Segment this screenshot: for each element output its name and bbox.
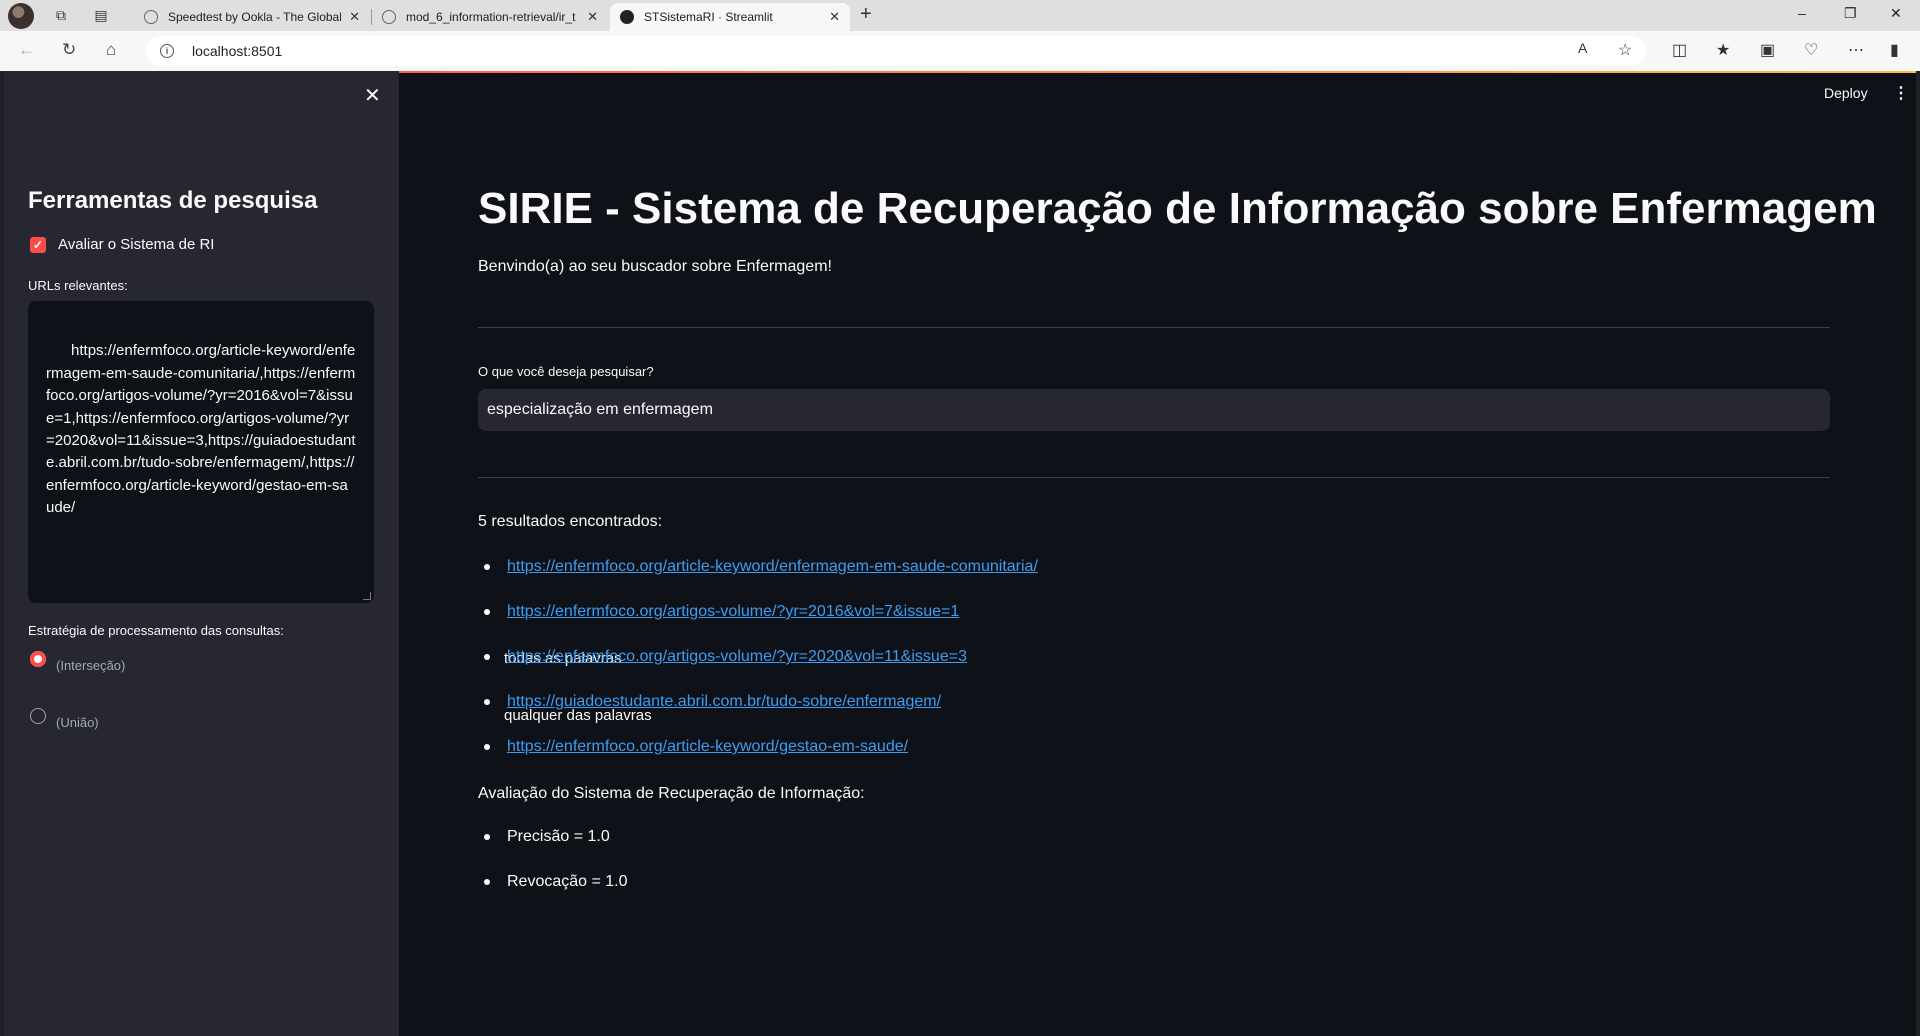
- radio-unselected-icon[interactable]: [30, 708, 46, 724]
- search-input[interactable]: especialização em enfermagem: [478, 389, 1830, 431]
- relevant-urls-textarea[interactable]: https://enfermfoco.org/article-keyword/e…: [28, 301, 374, 603]
- divider: [478, 477, 1830, 478]
- relevant-urls-value: https://enfermfoco.org/article-keyword/e…: [46, 342, 356, 517]
- bullet-icon: [484, 699, 490, 705]
- tab-title: Speedtest by Ookla - The Global: [168, 10, 342, 24]
- restore-button[interactable]: ❐: [1844, 5, 1857, 22]
- github-icon: [382, 10, 396, 24]
- result-link[interactable]: https://guiadoestudante.abril.com.br/tud…: [507, 693, 941, 711]
- list-item: https://enfermfoco.org/article-keyword/g…: [478, 738, 908, 756]
- bullet-icon: [484, 744, 490, 750]
- collections-icon[interactable]: ▣: [1760, 40, 1775, 60]
- results-count: 5 resultados encontrados:: [478, 513, 663, 530]
- divider: [478, 327, 1830, 328]
- list-item: https://enfermfoco.org/artigos-volume/?y…: [478, 603, 959, 621]
- refresh-icon[interactable]: ↻: [62, 40, 76, 60]
- close-tab-icon[interactable]: ✕: [587, 9, 598, 25]
- metric-text: Precisão = 1.0: [507, 828, 610, 845]
- browser-tab-github[interactable]: mod_6_information-retrieval/ir_t ✕: [372, 3, 608, 31]
- list-item: https://guiadoestudante.abril.com.br/tud…: [478, 693, 941, 711]
- page-title: SIRIE - Sistema de Recuperação de Inform…: [478, 184, 1877, 233]
- radio-caption: (Interseção): [56, 658, 126, 673]
- resize-handle[interactable]: [363, 592, 371, 600]
- evaluate-checkbox[interactable]: ✓ Avaliar o Sistema de RI: [30, 236, 214, 253]
- streamlit-app: ✕ Ferramentas de pesquisa ✓ Avaliar o Si…: [4, 71, 1916, 1036]
- vertical-tabs-icon[interactable]: ▤: [88, 4, 114, 28]
- browser-tab-speedtest[interactable]: Speedtest by Ookla - The Global ✕: [134, 3, 370, 31]
- split-screen-icon[interactable]: ◫: [1672, 40, 1687, 60]
- home-icon[interactable]: ⌂: [106, 40, 116, 60]
- bullet-icon: [484, 564, 490, 570]
- urls-label: URLs relevantes:: [28, 278, 128, 293]
- sidebar-title: Ferramentas de pesquisa: [28, 187, 318, 214]
- radio-caption: (União): [56, 715, 99, 730]
- more-menu-icon[interactable]: ⋯: [1848, 40, 1864, 60]
- deploy-button[interactable]: Deploy: [1824, 85, 1868, 101]
- metric-precision: Precisão = 1.0: [478, 828, 610, 846]
- bullet-icon: [484, 879, 490, 885]
- favorite-star-icon[interactable]: ☆: [1618, 40, 1632, 60]
- sidebar-toggle-icon[interactable]: ▮: [1890, 40, 1899, 60]
- speedtest-icon: [144, 10, 158, 24]
- bullet-icon: [484, 609, 490, 615]
- radio-option-any-word[interactable]: qualquer das palavras (União): [30, 707, 652, 730]
- streamlit-icon: [620, 10, 634, 24]
- metric-recall: Revocação = 1.0: [478, 873, 628, 891]
- sidebar: ✕ Ferramentas de pesquisa ✓ Avaliar o Si…: [4, 71, 652, 1036]
- favorites-icon[interactable]: ★: [1716, 40, 1730, 60]
- site-info-icon[interactable]: i: [160, 44, 174, 58]
- window-close-button[interactable]: ✕: [1890, 5, 1902, 22]
- minimize-button[interactable]: –: [1798, 5, 1806, 21]
- back-icon[interactable]: ←: [18, 40, 35, 60]
- new-tab-button[interactable]: +: [860, 3, 872, 26]
- search-input-value: especialização em enfermagem: [487, 401, 713, 418]
- evaluate-checkbox-label: Avaliar o Sistema de RI: [58, 236, 215, 253]
- result-link[interactable]: https://enfermfoco.org/article-keyword/e…: [507, 558, 1038, 576]
- bullet-icon: [484, 834, 490, 840]
- radio-option-all-words[interactable]: todas as palavras (Interseção): [30, 650, 622, 673]
- tab-title: mod_6_information-retrieval/ir_t: [406, 10, 576, 24]
- read-aloud-icon[interactable]: A: [1578, 40, 1587, 56]
- evaluation-title: Avaliação do Sistema de Recuperação de I…: [478, 785, 865, 802]
- profile-avatar[interactable]: [8, 2, 34, 29]
- close-sidebar-icon[interactable]: ✕: [364, 83, 381, 108]
- result-link[interactable]: https://enfermfoco.org/artigos-volume/?y…: [507, 648, 967, 666]
- address-text: localhost:8501: [192, 43, 283, 59]
- close-tab-icon[interactable]: ✕: [829, 9, 840, 25]
- browser-tab-streamlit[interactable]: STSistemaRI · Streamlit ✕: [610, 3, 850, 31]
- address-field[interactable]: i localhost:8501: [146, 36, 1646, 66]
- result-link[interactable]: https://enfermfoco.org/artigos-volume/?y…: [507, 603, 959, 621]
- strategy-label: Estratégia de processamento das consulta…: [28, 623, 284, 638]
- main-menu-icon[interactable]: ⋮: [1893, 83, 1909, 103]
- metric-text: Revocação = 1.0: [507, 873, 628, 890]
- list-item: https://enfermfoco.org/artigos-volume/?y…: [478, 648, 967, 666]
- workspaces-icon[interactable]: ⧉: [48, 4, 74, 28]
- result-link[interactable]: https://enfermfoco.org/article-keyword/g…: [507, 738, 908, 756]
- radio-selected-icon[interactable]: [30, 651, 46, 667]
- tab-title: STSistemaRI · Streamlit: [644, 10, 773, 24]
- welcome-text: Benvindo(a) ao seu buscador sobre Enferm…: [478, 258, 832, 275]
- list-item: https://enfermfoco.org/article-keyword/e…: [478, 558, 1038, 576]
- checkmark-icon[interactable]: ✓: [30, 236, 46, 253]
- browser-essentials-icon[interactable]: ♡: [1804, 40, 1818, 60]
- search-label: O que você deseja pesquisar?: [478, 364, 654, 379]
- close-tab-icon[interactable]: ✕: [349, 9, 360, 25]
- bullet-icon: [484, 654, 490, 660]
